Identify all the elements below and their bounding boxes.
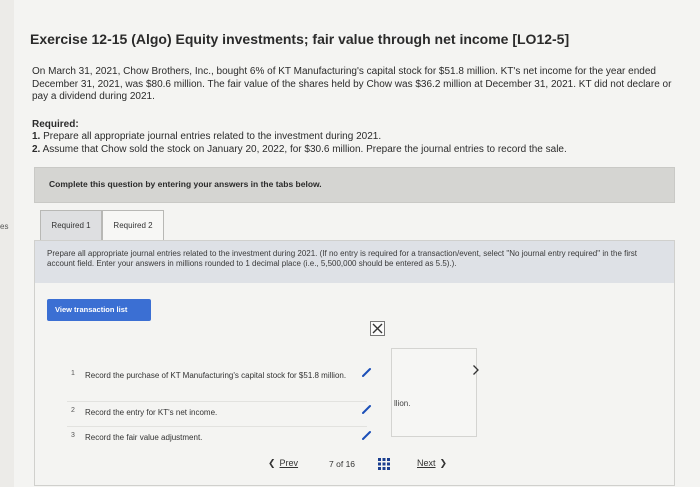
- required-item-num: 2.: [32, 143, 41, 155]
- tab-panel: Prepare all appropriate journal entries …: [34, 240, 675, 486]
- transaction-number: 3: [71, 432, 75, 439]
- required-item-1: 1. Prepare all appropriate journal entri…: [32, 131, 672, 144]
- transaction-text: Record the fair value adjustment.: [85, 433, 203, 442]
- transaction-item[interactable]: 1 Record the purchase of KT Manufacturin…: [67, 370, 367, 394]
- transaction-number: 2: [71, 407, 75, 414]
- page-of: of: [336, 459, 344, 469]
- divider: [67, 426, 367, 427]
- left-edge-text: es: [0, 222, 9, 231]
- transaction-item[interactable]: 2 Record the entry for KT's net income.: [67, 407, 367, 419]
- transaction-list: 1 Record the purchase of KT Manufacturin…: [67, 341, 367, 446]
- chevron-right-icon[interactable]: [472, 364, 480, 376]
- required-item-2: 2. Assume that Chow sold the stock on Ja…: [32, 144, 672, 157]
- edit-pencil-icon[interactable]: [362, 367, 372, 377]
- required-list: 1. Prepare all appropriate journal entri…: [32, 131, 672, 156]
- chevron-right-icon: ❯: [439, 458, 448, 468]
- next-button[interactable]: Next ❯: [417, 458, 447, 469]
- page-title: Exercise 12-15 (Algo) Equity investments…: [30, 31, 570, 47]
- transaction-number: 1: [71, 370, 75, 377]
- required-item-num: 1.: [32, 131, 41, 142]
- instructions-text: Prepare all appropriate journal entries …: [47, 249, 637, 268]
- complete-question-text: Complete this question by entering your …: [49, 179, 322, 189]
- grid-icon[interactable]: [378, 458, 390, 470]
- view-transaction-list-button[interactable]: View transaction list: [47, 299, 151, 321]
- complete-question-bar: Complete this question by entering your …: [34, 167, 675, 203]
- exercise-page: Exercise 12-15 (Algo) Equity investments…: [14, 0, 700, 487]
- close-icon[interactable]: [370, 321, 385, 336]
- required-item-text: Prepare all appropriate journal entries …: [43, 131, 382, 142]
- prev-label: Prev: [279, 458, 299, 468]
- page-current: 7: [329, 459, 334, 469]
- page-total: 16: [345, 459, 356, 469]
- journal-entry-panel: llion.: [391, 348, 477, 437]
- journal-panel-text: llion.: [394, 399, 411, 408]
- transaction-text: Record the entry for KT's net income.: [85, 408, 218, 417]
- edit-pencil-icon[interactable]: [362, 404, 372, 414]
- problem-intro: On March 31, 2021, Chow Brothers, Inc., …: [32, 66, 672, 103]
- prev-button[interactable]: ❮ Prev: [268, 458, 298, 469]
- chevron-left-icon: ❮: [268, 458, 276, 468]
- required-item-text: Assume that Chow sold the stock on Janua…: [42, 143, 567, 155]
- edit-pencil-icon[interactable]: [362, 430, 372, 440]
- tab-required-1[interactable]: Required 1: [40, 210, 102, 241]
- left-edge-strip: es: [0, 0, 14, 487]
- transaction-item[interactable]: 3 Record the fair value adjustment.: [67, 432, 367, 444]
- tab-required-2[interactable]: Required 2: [102, 210, 164, 241]
- next-label: Next: [417, 458, 436, 468]
- instructions-box: Prepare all appropriate journal entries …: [35, 241, 674, 283]
- transaction-text: Record the purchase of KT Manufacturing'…: [85, 371, 347, 380]
- required-heading: Required:: [32, 119, 79, 130]
- divider: [67, 401, 367, 402]
- page-indicator: 7 of 16: [329, 459, 355, 469]
